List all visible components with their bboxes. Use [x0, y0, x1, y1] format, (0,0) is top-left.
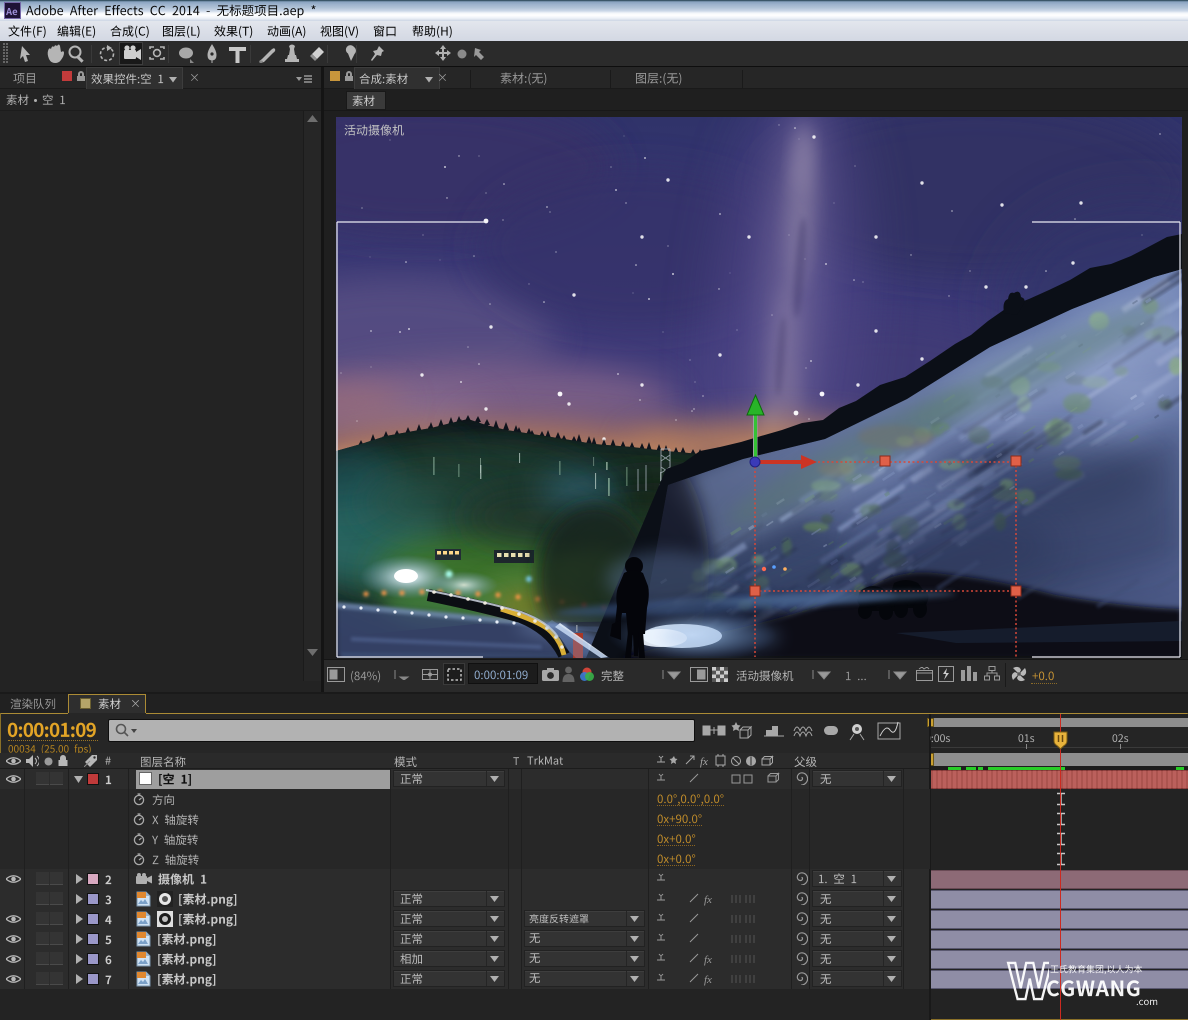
svg-text:fx: fx [704, 954, 712, 966]
svg-text:fx: fx [704, 974, 712, 986]
svg-text:fx: fx [704, 894, 712, 906]
svg-text:fx: fx [700, 756, 708, 768]
